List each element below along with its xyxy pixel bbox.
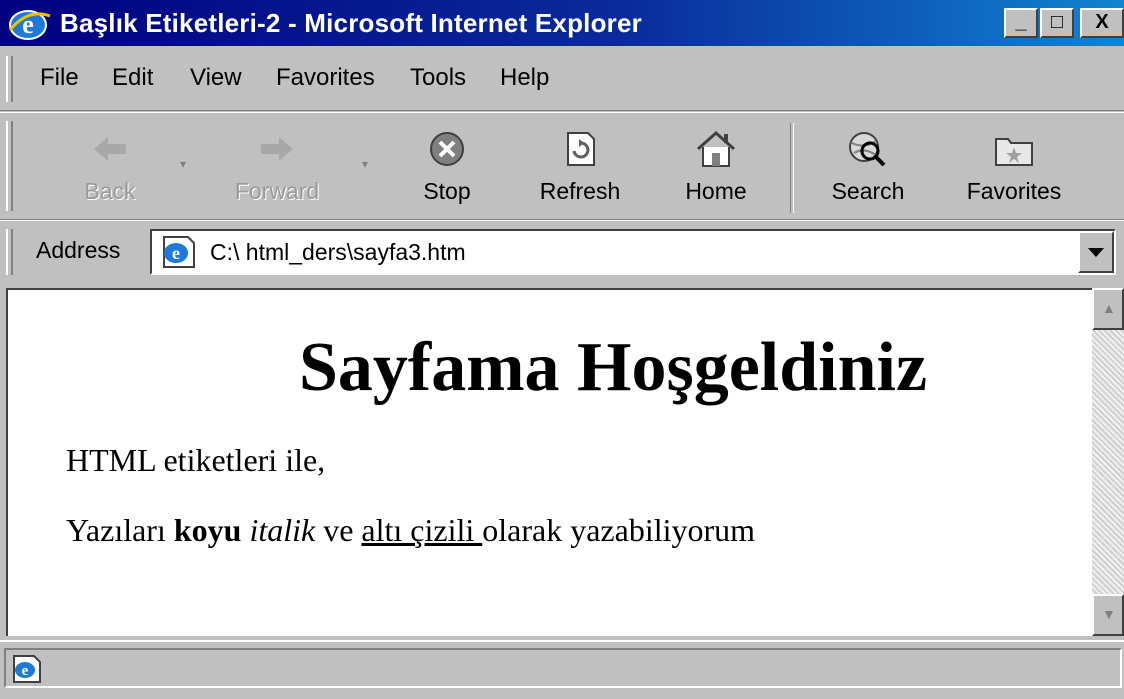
search-button[interactable]: Search — [816, 129, 920, 205]
address-label: Address — [36, 237, 121, 263]
menu-bar: File Edit View Favorites Tools Help — [0, 48, 1124, 111]
arrow-down-icon: ▼ — [1102, 606, 1116, 622]
paragraph-1: HTML etiketleri ile, — [66, 442, 326, 478]
menu-file[interactable]: File — [40, 64, 79, 92]
menu-help[interactable]: Help — [500, 64, 549, 92]
svg-text:e: e — [22, 663, 29, 679]
back-arrow-icon — [70, 129, 150, 174]
address-input[interactable]: e C:\ html_ders\sayfa3.htm — [150, 229, 1116, 275]
back-label: Back — [84, 178, 136, 204]
favorites-button[interactable]: Favorites — [952, 129, 1076, 205]
minimize-button[interactable]: _ — [1004, 8, 1038, 38]
para2-middle: ve — [315, 512, 362, 548]
forward-label: Forward — [234, 178, 320, 204]
underlined-text: altı çizili — [361, 512, 483, 548]
chevron-down-icon — [1088, 248, 1104, 257]
arrow-up-icon: ▲ — [1102, 300, 1116, 316]
browser-window: e Başlık Etiketleri-2 - Microsoft Intern… — [0, 0, 1124, 697]
scroll-down-button[interactable]: ▼ — [1092, 594, 1124, 636]
menu-edit[interactable]: Edit — [112, 64, 153, 92]
address-bar: Address e C:\ html_ders\sayfa3.htm — [0, 220, 1124, 285]
status-bar: e — [0, 640, 1124, 699]
toolbar-separator — [790, 123, 794, 213]
maximize-button[interactable]: □ — [1040, 8, 1074, 38]
address-url: C:\ html_ders\sayfa3.htm — [210, 239, 466, 265]
favorites-label: Favorites — [966, 178, 1062, 204]
search-globe-icon — [816, 129, 920, 174]
menu-tools[interactable]: Tools — [410, 64, 466, 92]
standard-toolbar: Back ▾ Forward ▾ Stop Refresh Home Searc… — [0, 112, 1124, 220]
paragraph-2: Yazıları koyu italik ve altı çizili olar… — [66, 512, 755, 549]
scroll-up-button[interactable]: ▲ — [1092, 288, 1124, 330]
title-bar[interactable]: e Başlık Etiketleri-2 - Microsoft Intern… — [0, 0, 1124, 46]
forward-button[interactable]: Forward — [222, 129, 332, 205]
refresh-button[interactable]: Refresh — [524, 129, 636, 205]
favorites-folder-icon — [952, 129, 1076, 174]
para2-prefix: Yazıları — [66, 512, 174, 548]
forward-arrow-icon — [222, 129, 332, 174]
home-icon — [672, 129, 760, 174]
toolbar-grip[interactable] — [6, 121, 13, 211]
italic-text: italik — [249, 512, 316, 548]
close-button[interactable]: X — [1080, 8, 1124, 38]
menu-view[interactable]: View — [190, 64, 242, 92]
status-field: e — [4, 648, 1122, 688]
back-button[interactable]: Back — [70, 129, 150, 205]
stop-label: Stop — [423, 178, 471, 204]
bold-text: koyu — [173, 512, 242, 548]
home-button[interactable]: Home — [672, 129, 760, 205]
para2-suffix: olarak yazabiliyorum — [482, 512, 756, 548]
stop-icon — [408, 129, 486, 174]
ie-status-icon: e — [10, 654, 44, 689]
refresh-icon — [524, 129, 636, 174]
home-label: Home — [685, 178, 747, 204]
svg-text:e: e — [172, 243, 180, 263]
stop-button[interactable]: Stop — [408, 129, 486, 205]
forward-dropdown-icon[interactable]: ▾ — [362, 157, 368, 171]
menu-favorites[interactable]: Favorites — [276, 64, 375, 92]
search-label: Search — [831, 178, 905, 204]
window-title: Başlık Etiketleri-2 - Microsoft Internet… — [60, 8, 642, 38]
ie-logo-icon: e — [8, 8, 52, 47]
vertical-scrollbar[interactable]: ▲ ▼ — [1092, 288, 1124, 636]
address-dropdown-button[interactable] — [1078, 231, 1114, 273]
menu-grip[interactable] — [6, 56, 13, 102]
page-content[interactable]: Sayfama Hoşgeldiniz HTML etiketleri ile,… — [6, 288, 1092, 636]
address-grip[interactable] — [6, 229, 13, 275]
page-heading: Sayfama Hoşgeldiniz — [298, 329, 928, 406]
ie-page-icon: e — [158, 235, 198, 274]
refresh-label: Refresh — [539, 178, 621, 204]
back-dropdown-icon[interactable]: ▾ — [180, 157, 186, 171]
